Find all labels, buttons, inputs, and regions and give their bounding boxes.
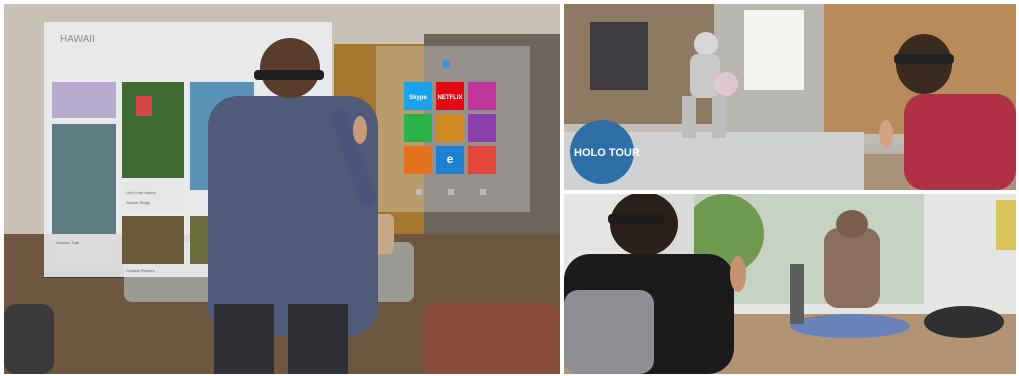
store-tile [404,114,432,142]
warrior-hologram-photo [564,194,1016,374]
chair [4,304,54,374]
office-scene [564,194,1016,374]
living-room-scene: HAWAII Life in the tropics Sunset Ridge … [4,4,560,374]
hologram-start-menu: Skype NETFLIX e [376,46,530,212]
svg-text:HOLO TOUR: HOLO TOUR [574,147,640,159]
head [260,38,320,98]
app-tile [436,114,464,142]
svg-text:Life in the tropics: Life in the tropics [126,190,156,195]
living-room-hologram-photo: HAWAII Life in the tropics Sunset Ridge … [4,4,560,374]
hololens-headset [254,70,324,80]
app-tile [468,82,496,110]
app-tile [404,146,432,174]
svg-text:Volcano Trail: Volcano Trail [56,240,79,245]
app-tile [468,114,496,142]
raised-hand [730,256,746,292]
photo-collage: HAWAII Life in the tropics Sunset Ridge … [0,0,1019,376]
netflix-icon: NETFLIX [438,95,463,101]
astronaut-hologram-photo: HOLO TOUR [564,4,1016,190]
wall-whiteboard [744,10,804,90]
raised-hand [353,116,367,144]
hologram-screen [590,22,648,90]
skype-icon: Skype [409,95,427,101]
edge-icon: e [447,152,454,166]
hololens-headset [608,214,664,224]
ottoman [424,304,560,374]
window-title: HAWAII [60,34,95,45]
hololens-headset [894,54,954,64]
music-tile [468,146,496,174]
app-tile-grid: Skype NETFLIX e [404,82,496,174]
svg-text:Sunset Ridge: Sunset Ridge [126,200,151,205]
pillow [924,306,1004,338]
svg-text:Coastal Flowers: Coastal Flowers [126,268,155,273]
chair [564,290,654,374]
wall-poster [996,200,1016,250]
cortana-icon [442,60,450,68]
kitchen-scene: HOLO TOUR [564,4,1016,190]
hologram-glow [790,314,910,338]
red-shirt [904,94,1016,190]
hammer [790,264,804,324]
